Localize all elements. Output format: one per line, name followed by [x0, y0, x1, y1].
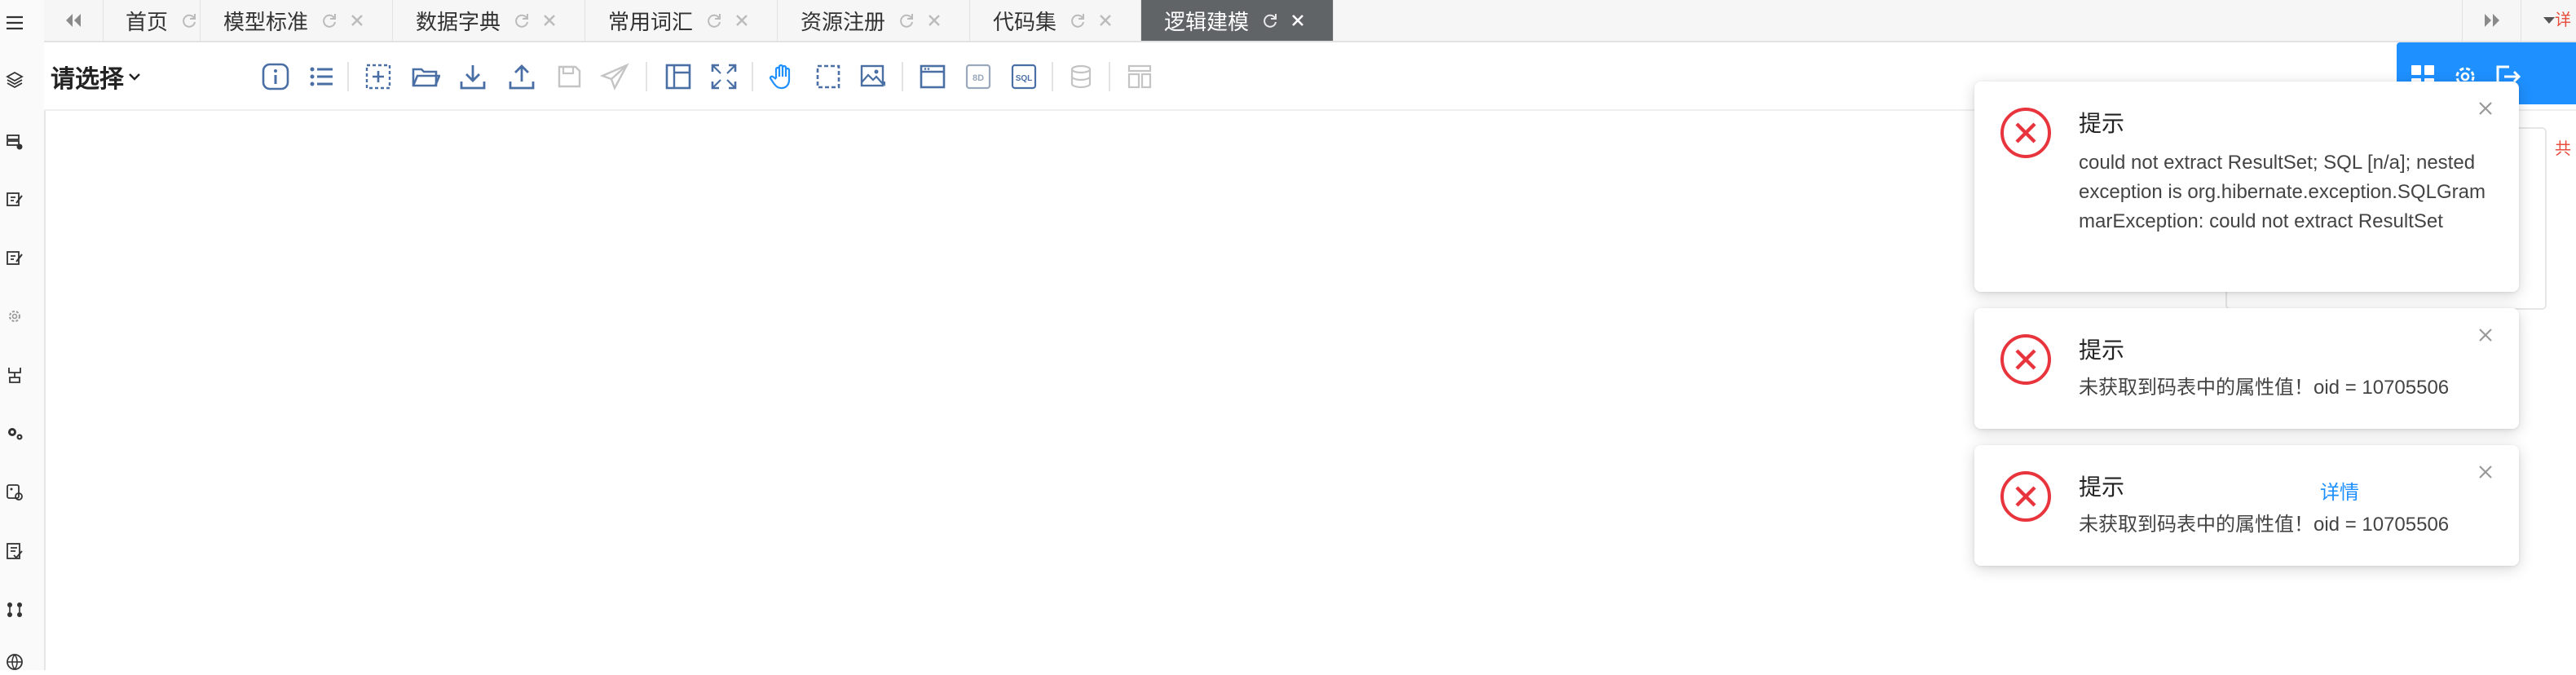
edge-text: 共 [2555, 140, 2571, 158]
refresh-icon[interactable] [1260, 11, 1278, 29]
model-edit-icon[interactable] [2, 186, 28, 212]
toolbar-divider [646, 62, 647, 91]
tree-icon[interactable] [2, 362, 28, 388]
globe-icon[interactable] [2, 649, 28, 675]
close-icon[interactable] [926, 12, 942, 29]
upload-icon[interactable] [504, 59, 540, 95]
close-icon[interactable] [1097, 12, 1114, 29]
save-icon[interactable] [551, 59, 587, 95]
notification-message: 未获取到码表中的属性值！oid = 10705506 [2079, 514, 2450, 536]
notification-title: 提示 [2079, 338, 2125, 363]
toolbar-divider [902, 62, 903, 91]
notification-title: 提示 [2079, 111, 2125, 136]
tab-label: 资源注册 [801, 9, 886, 34]
notification-message: could not extract ResultSet; SQL [n/a]; … [2079, 152, 2486, 232]
close-icon[interactable] [349, 12, 365, 29]
notification-message: 未获取到码表中的属性值！oid = 10705506 [2079, 377, 2450, 399]
tab-scroll-right-button[interactable] [2462, 0, 2521, 41]
model-edit-2-icon[interactable] [2, 245, 28, 271]
error-circle-icon [1999, 106, 2053, 160]
tab-logical-modeling[interactable]: 逻辑建模 [1141, 0, 1334, 41]
refresh-icon[interactable] [897, 11, 915, 29]
send-icon[interactable] [597, 59, 633, 95]
error-notification: 提示 未获取到码表中的属性值！oid = 10705506 [1974, 308, 2519, 429]
layout-icon[interactable] [660, 59, 696, 95]
error-circle-icon [1999, 470, 2053, 523]
marquee-select-icon[interactable] [810, 59, 846, 95]
info-icon[interactable] [258, 59, 293, 95]
details-link[interactable]: 详情 [2320, 476, 2359, 505]
sql-icon[interactable]: SQL [1006, 59, 1042, 95]
fullscreen-icon[interactable] [706, 59, 742, 95]
hand-pan-icon[interactable] [765, 59, 801, 95]
tab-label: 模型标准 [223, 9, 309, 34]
refresh-icon[interactable] [179, 11, 197, 29]
close-icon[interactable] [1290, 12, 1306, 29]
refresh-icon[interactable] [704, 11, 722, 29]
edge-text: 详 [2555, 11, 2571, 29]
toolbar-divider [1052, 62, 1053, 91]
window-icon[interactable] [915, 59, 951, 95]
document-check-icon[interactable] [2, 538, 28, 564]
refresh-icon[interactable] [512, 11, 530, 29]
gears-icon[interactable] [2, 421, 28, 447]
tab-home[interactable]: 首页 [103, 0, 201, 41]
tab-data-dictionary[interactable]: 数据字典 [393, 0, 585, 41]
tab-label: 数据字典 [416, 9, 501, 34]
tab-label: 首页 [126, 9, 169, 34]
list-icon[interactable] [303, 59, 339, 95]
refresh-icon[interactable] [320, 11, 337, 29]
close-icon[interactable] [2477, 99, 2494, 117]
tab-code-set[interactable]: 代码集 [970, 0, 1141, 41]
server-settings-icon[interactable] [2, 129, 28, 155]
gear-icon[interactable] [2, 303, 28, 329]
select-label: 请选择 [51, 66, 124, 93]
toolbar-divider [1109, 62, 1110, 91]
error-notification: 提示 could not extract ResultSet; SQL [n/a… [1974, 82, 2519, 292]
model-select-dropdown[interactable]: 请选择 [51, 59, 142, 95]
close-icon[interactable] [2477, 463, 2494, 481]
image-export-icon[interactable] [856, 59, 892, 95]
svg-text:8D: 8D [973, 73, 984, 83]
tab-model-standard[interactable]: 模型标准 [201, 0, 393, 41]
menu-icon[interactable] [2, 10, 28, 36]
toolbar-divider [752, 62, 753, 91]
close-icon[interactable] [734, 12, 750, 29]
error-circle-icon [1999, 333, 2053, 386]
image-settings-icon[interactable] [2, 479, 28, 505]
notification-title: 提示 [2079, 474, 2125, 500]
database-icon[interactable] [1063, 59, 1099, 95]
refresh-icon[interactable] [1068, 11, 1086, 29]
close-icon[interactable] [2477, 326, 2494, 344]
align-icon[interactable] [1122, 59, 1158, 95]
tab-label: 逻辑建模 [1164, 9, 1250, 34]
svg-text:SQL: SQL [1016, 74, 1033, 83]
tab-bar: 首页 模型标准 数据字典 常用词汇 资源注册 代码集 逻辑建模 [44, 0, 2576, 42]
nodes-icon[interactable] [2, 597, 28, 623]
layers-icon[interactable] [2, 67, 28, 93]
close-icon[interactable] [541, 12, 558, 29]
toolbar-divider [347, 62, 349, 91]
chevron-down-icon [129, 73, 140, 81]
tab-label: 常用词汇 [608, 9, 694, 34]
left-sidebar [0, 0, 46, 670]
tab-scroll-left-button[interactable] [44, 0, 104, 41]
tab-resource-registration[interactable]: 资源注册 [778, 0, 970, 41]
ddl-icon[interactable]: 8D [960, 59, 996, 95]
download-icon[interactable] [455, 59, 491, 95]
error-notification: 提示 详情 未获取到码表中的属性值！oid = 10705506 [1974, 445, 2519, 566]
folder-open-icon[interactable] [408, 59, 443, 95]
tab-common-vocabulary[interactable]: 常用词汇 [585, 0, 778, 41]
add-box-icon[interactable] [360, 59, 396, 95]
tab-label: 代码集 [993, 9, 1057, 34]
